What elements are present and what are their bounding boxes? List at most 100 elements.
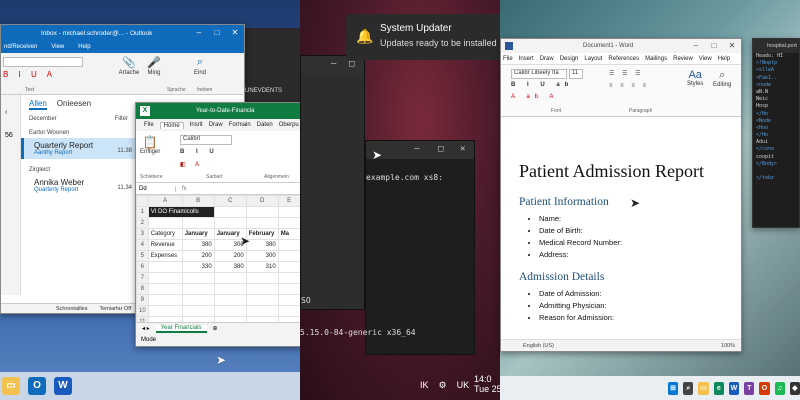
col-header[interactable]: D xyxy=(245,195,279,207)
cell[interactable] xyxy=(277,261,301,273)
alignment-buttons[interactable]: ≡ ≡ ≡ ≡ xyxy=(609,83,649,89)
minimize-icon[interactable]: – xyxy=(331,59,336,69)
maximize-icon[interactable]: □ xyxy=(705,39,723,53)
spreadsheet-grid[interactable]: A B C D E 1 VI DO Finamicolls 2 3 Catego… xyxy=(136,195,302,328)
clock[interactable]: 14:0 Tue 25 xyxy=(474,374,502,394)
add-sheet-icon[interactable]: ⊕ xyxy=(213,325,218,332)
teams-icon[interactable]: T xyxy=(744,381,755,395)
edge-icon[interactable]: e xyxy=(713,381,724,395)
font-selector[interactable]: Calibrl xyxy=(180,135,232,145)
minimize-icon[interactable]: – xyxy=(414,144,419,154)
minimize-icon[interactable]: – xyxy=(687,39,705,53)
email-item[interactable]: Annika Weber Quarterly Report 11.34 xyxy=(21,175,136,196)
keyboard-layout-indicator[interactable]: IK xyxy=(420,380,429,391)
paste-button[interactable]: 📋 Enfliger xyxy=(140,135,160,155)
tab-view[interactable]: View xyxy=(699,56,712,62)
cell[interactable] xyxy=(147,261,183,273)
row-header[interactable]: 4 xyxy=(136,239,149,251)
cell[interactable]: Ma xyxy=(277,228,301,240)
col-header[interactable]: E xyxy=(277,195,301,207)
maximize-icon[interactable]: □ xyxy=(349,59,354,69)
cell[interactable] xyxy=(213,206,247,218)
tab-home[interactable]: Home xyxy=(159,121,184,129)
cell[interactable]: 330 xyxy=(181,261,215,273)
sheet-tab[interactable]: Year Financials xyxy=(155,324,207,333)
cell[interactable] xyxy=(277,239,301,251)
col-header[interactable]: A xyxy=(147,195,183,207)
format-buttons[interactable]: B I U ab xyxy=(511,82,573,88)
close-icon[interactable]: ✕ xyxy=(460,144,465,154)
font-size-selector[interactable]: 11 xyxy=(569,69,583,79)
cell[interactable]: Revenue xyxy=(147,239,183,251)
close-icon[interactable]: ✕ xyxy=(723,39,741,53)
row-header[interactable]: 1 xyxy=(136,206,149,218)
chevron-left-icon[interactable]: ‹ xyxy=(1,95,20,116)
tab-file[interactable]: File xyxy=(503,56,513,62)
tab-help[interactable]: Help xyxy=(718,56,730,62)
row-header[interactable]: 8 xyxy=(136,283,149,295)
settings-icon[interactable]: ⚙ xyxy=(439,380,447,391)
tab-draw[interactable]: Draw xyxy=(209,122,223,128)
styles-button[interactable]: Aa Styles xyxy=(687,69,703,87)
language-indicator[interactable]: UK xyxy=(457,380,470,391)
maximize-icon[interactable]: □ xyxy=(208,25,226,41)
fx-icon[interactable]: fx xyxy=(176,186,187,192)
format-buttons[interactable]: B I U xyxy=(180,149,219,155)
cell[interactable]: 200 xyxy=(213,250,247,262)
row-header[interactable]: 9 xyxy=(136,294,149,306)
cell[interactable] xyxy=(181,217,215,229)
menu-view[interactable]: View xyxy=(51,44,64,50)
folder-icon[interactable]: ▭ xyxy=(698,381,709,395)
tab-mailings[interactable]: Mailings xyxy=(645,56,667,62)
cell[interactable] xyxy=(277,217,301,229)
terminal-window[interactable]: – □ ✕ example.com xs8: xyxy=(365,140,475,355)
sheet-nav-icon[interactable]: ◂ ▸ xyxy=(142,325,150,332)
tab-formulas[interactable]: Formain xyxy=(229,122,251,128)
name-box[interactable]: Dd xyxy=(136,185,176,192)
tab-review[interactable]: Oberpu xyxy=(279,122,299,128)
minimize-icon[interactable]: – xyxy=(190,25,208,41)
cell[interactable] xyxy=(245,217,279,229)
font-selector[interactable] xyxy=(3,57,83,67)
tab-insert[interactable]: Insert xyxy=(519,56,534,62)
tab-layout[interactable]: Layout xyxy=(584,56,602,62)
tab-design[interactable]: Design xyxy=(560,56,579,62)
language-status[interactable]: English (US) xyxy=(523,343,554,349)
cell[interactable]: 380 xyxy=(181,239,215,251)
delete-button[interactable]: 📎 Artache xyxy=(116,56,142,76)
notification-toast[interactable]: 🔔 System Updater Updates ready to be ins… xyxy=(346,14,500,60)
tab-review[interactable]: Review xyxy=(673,56,693,62)
cell[interactable] xyxy=(277,206,301,218)
cell[interactable]: 380 xyxy=(245,239,279,251)
cell[interactable]: 380 xyxy=(213,261,247,273)
tab-insert[interactable]: Insrit xyxy=(190,122,203,128)
cell[interactable]: Category xyxy=(147,228,183,240)
outlook-taskbar-icon[interactable]: O xyxy=(28,377,46,395)
find-button[interactable]: ⌕ Eind xyxy=(187,56,213,76)
cell[interactable] xyxy=(147,217,183,229)
document-page[interactable]: Patient Admission Report Patient Informa… xyxy=(501,119,741,341)
tab-data[interactable]: Daten xyxy=(257,122,273,128)
cell[interactable]: 200 xyxy=(181,250,215,262)
email-item[interactable]: Quarterly Report Aanthy Report 11.38 xyxy=(21,138,136,159)
tab-file[interactable]: File xyxy=(144,122,154,128)
code-content[interactable]: Heado: HI <!Noptp <slleA <Fak1.. <node aN… xyxy=(753,53,799,182)
row-header[interactable]: 5 xyxy=(136,250,149,262)
color-buttons[interactable]: A ab A xyxy=(511,94,558,100)
row-header[interactable]: 3 xyxy=(136,228,149,240)
tab-all[interactable]: Allen xyxy=(29,99,47,110)
close-icon[interactable]: ✕ xyxy=(226,25,244,41)
editing-button[interactable]: ⌕ Editing xyxy=(713,69,731,88)
menu-help[interactable]: Help xyxy=(78,44,90,50)
tab-draw[interactable]: Draw xyxy=(540,56,554,62)
spotify-icon[interactable]: ♫ xyxy=(774,381,785,395)
zoom-level[interactable]: 100% xyxy=(721,340,735,351)
maximize-icon[interactable]: □ xyxy=(438,144,443,154)
cell[interactable] xyxy=(213,217,247,229)
row-header[interactable]: 10 xyxy=(136,305,149,317)
start-icon[interactable]: ⊞ xyxy=(668,381,679,395)
tab-references[interactable]: References xyxy=(608,56,639,62)
row-header[interactable]: 7 xyxy=(136,272,149,284)
cell[interactable]: Expenses xyxy=(147,250,183,262)
row-header[interactable]: 6 xyxy=(136,261,149,273)
